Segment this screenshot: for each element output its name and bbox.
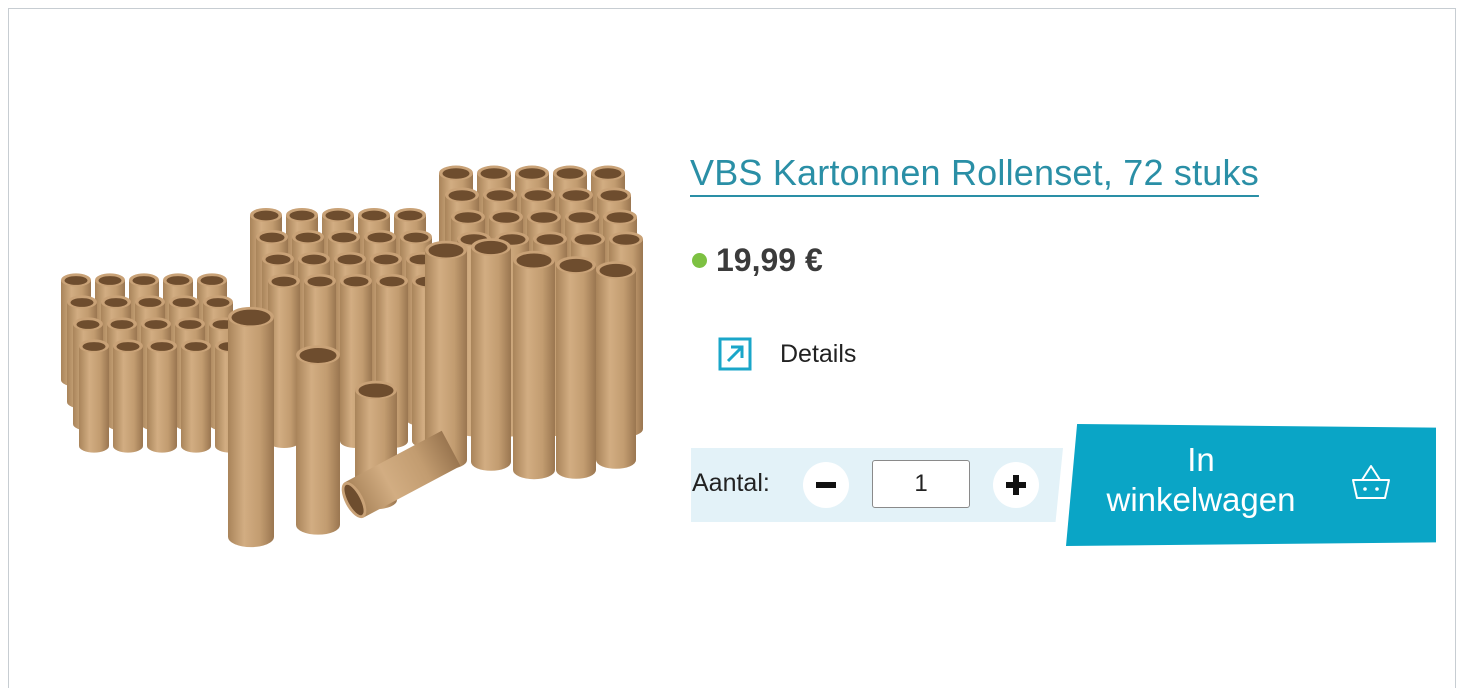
plus-icon [1006,475,1026,495]
details-link[interactable]: Details [718,337,856,371]
product-price: 19,99 € [716,242,823,278]
quantity-input[interactable] [872,460,970,508]
external-arrow-icon [718,337,752,371]
quantity-label: Aantal: [692,469,770,497]
product-image[interactable] [36,155,656,555]
availability-dot [692,253,707,268]
minus-icon [816,482,836,488]
add-to-cart-button[interactable] [1066,424,1436,546]
price-row: 19,99 € [692,242,823,279]
details-label: Details [780,339,857,368]
product-title-link[interactable]: VBS Kartonnen Rollenset, 72 stuks [690,152,1259,194]
decrement-quantity-button[interactable] [803,462,849,508]
increment-quantity-button[interactable] [993,462,1039,508]
